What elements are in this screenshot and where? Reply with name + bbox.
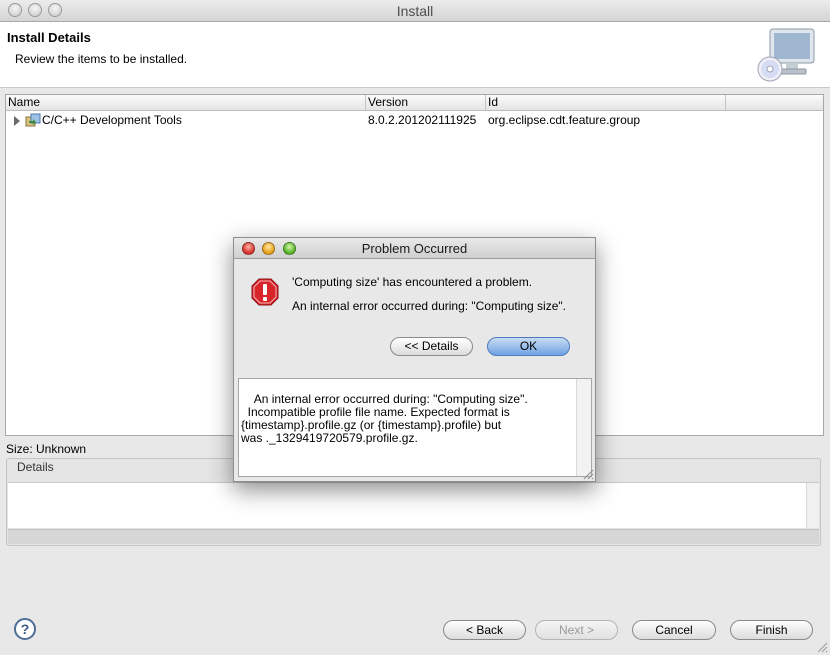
cancel-button[interactable]: Cancel xyxy=(632,620,716,640)
size-label: Size: Unknown xyxy=(6,442,87,456)
finish-button[interactable]: Finish xyxy=(730,620,813,640)
error-details-content: An internal error occurred during: "Comp… xyxy=(241,392,528,445)
details-horizontal-scrollbar[interactable] xyxy=(8,529,819,544)
dialog-detail: An internal error occurred during: "Comp… xyxy=(292,299,566,313)
details-legend: Details xyxy=(17,460,54,474)
column-header-version[interactable]: Version xyxy=(366,95,486,111)
details-text-area[interactable] xyxy=(8,482,819,528)
back-button[interactable]: < Back xyxy=(443,620,526,640)
details-vertical-scrollbar[interactable] xyxy=(806,483,819,528)
dialog-title-bar: Problem Occurred xyxy=(234,238,595,259)
wizard-header: Install Details Review the items to be i… xyxy=(0,22,830,88)
column-header-name[interactable]: Name xyxy=(6,95,366,111)
error-icon xyxy=(251,278,279,306)
row-id: org.eclipse.cdt.feature.group xyxy=(488,113,641,127)
dialog-title: Problem Occurred xyxy=(361,241,468,256)
row-version: 8.0.2.201202111925 xyxy=(368,113,477,127)
row-name: C/C++ Development Tools xyxy=(42,113,182,127)
window-resize-grip-icon[interactable] xyxy=(817,642,828,653)
expand-arrow-icon[interactable] xyxy=(14,116,20,126)
next-button[interactable]: Next > xyxy=(535,620,618,640)
table-row[interactable]: C/C++ Development Tools 8.0.2.2012021119… xyxy=(6,112,823,129)
error-details-text[interactable]: An internal error occurred during: "Comp… xyxy=(238,378,592,477)
window-title: Install xyxy=(396,3,434,19)
table-header: Name Version Id xyxy=(6,95,823,111)
feature-group-icon xyxy=(25,113,41,127)
page-subtitle: Review the items to be installed. xyxy=(15,52,188,66)
help-icon[interactable]: ? xyxy=(14,618,36,640)
details-toggle-button[interactable]: << Details xyxy=(390,337,473,356)
page-title: Install Details xyxy=(7,30,91,45)
dialog-resize-grip-icon[interactable] xyxy=(583,469,594,480)
dialog-message: 'Computing size' has encountered a probl… xyxy=(292,275,533,289)
ok-button[interactable]: OK xyxy=(487,337,570,356)
column-header-empty xyxy=(726,95,823,111)
error-details-scrollbar[interactable] xyxy=(576,379,591,476)
window-title-bar: Install xyxy=(0,0,830,22)
column-header-id[interactable]: Id xyxy=(486,95,726,111)
computer-cd-icon xyxy=(757,28,815,82)
problem-dialog: Problem Occurred 'Computing size' has en… xyxy=(233,237,596,482)
